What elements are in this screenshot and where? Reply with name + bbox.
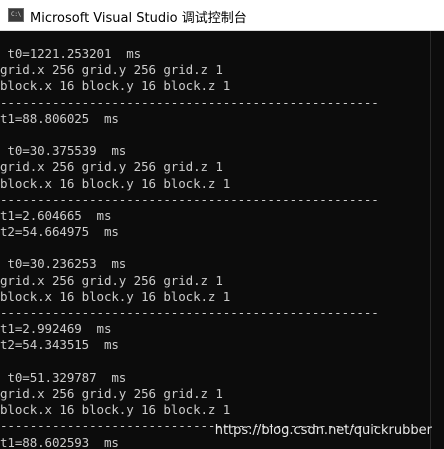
console-line: t1=2.604665 ms [0, 207, 112, 223]
vertical-scrollbar[interactable] [430, 31, 444, 449]
console-line: t0=30.375539 ms [0, 143, 127, 159]
console-line: block.x 16 block.y 16 block.z 1 [0, 288, 231, 304]
title-bar[interactable]: C:\ Microsoft Visual Studio 调试控制台 [0, 0, 444, 31]
console-line: t0=30.236253 ms [0, 256, 127, 272]
console-line: grid.x 256 grid.y 256 grid.z 1 [0, 62, 223, 78]
console-line: block.x 16 block.y 16 block.z 1 [0, 78, 231, 94]
console-line: ----------------------------------------… [0, 305, 379, 320]
console-window: C:\ Microsoft Visual Studio 调试控制台 t0=122… [0, 0, 444, 449]
console-output[interactable]: t0=1221.253201 ms grid.x 256 grid.y 256 g… [0, 31, 430, 449]
console-line: t1=88.806025 ms [0, 110, 119, 126]
console-app-icon: C:\ [8, 8, 24, 22]
console-line: block.x 16 block.y 16 block.z 1 [0, 402, 231, 418]
console-line: grid.x 256 grid.y 256 grid.z 1 [0, 385, 223, 401]
window-title: Microsoft Visual Studio 调试控制台 [30, 11, 247, 26]
watermark-text: https://blog.csdn.net/quickrubber [214, 423, 432, 438]
console-icon-glyph: C:\ [11, 11, 21, 18]
console-line: grid.x 256 grid.y 256 grid.z 1 [0, 272, 223, 288]
console-line: grid.x 256 grid.y 256 grid.z 1 [0, 159, 223, 175]
console-line: ----------------------------------------… [0, 94, 379, 110]
console-line: t0=51.329787 ms [0, 369, 127, 385]
console-line: t2=54.664975 ms [0, 224, 119, 240]
console-line: ----------------------------------------… [0, 191, 379, 207]
console-line: t0=1221.253201 ms [0, 46, 142, 61]
console-line: t2=54.343515 ms [0, 337, 119, 353]
console-line: block.x 16 block.y 16 block.z 1 [0, 175, 231, 191]
console-line: t1=2.992469 ms [0, 321, 112, 337]
